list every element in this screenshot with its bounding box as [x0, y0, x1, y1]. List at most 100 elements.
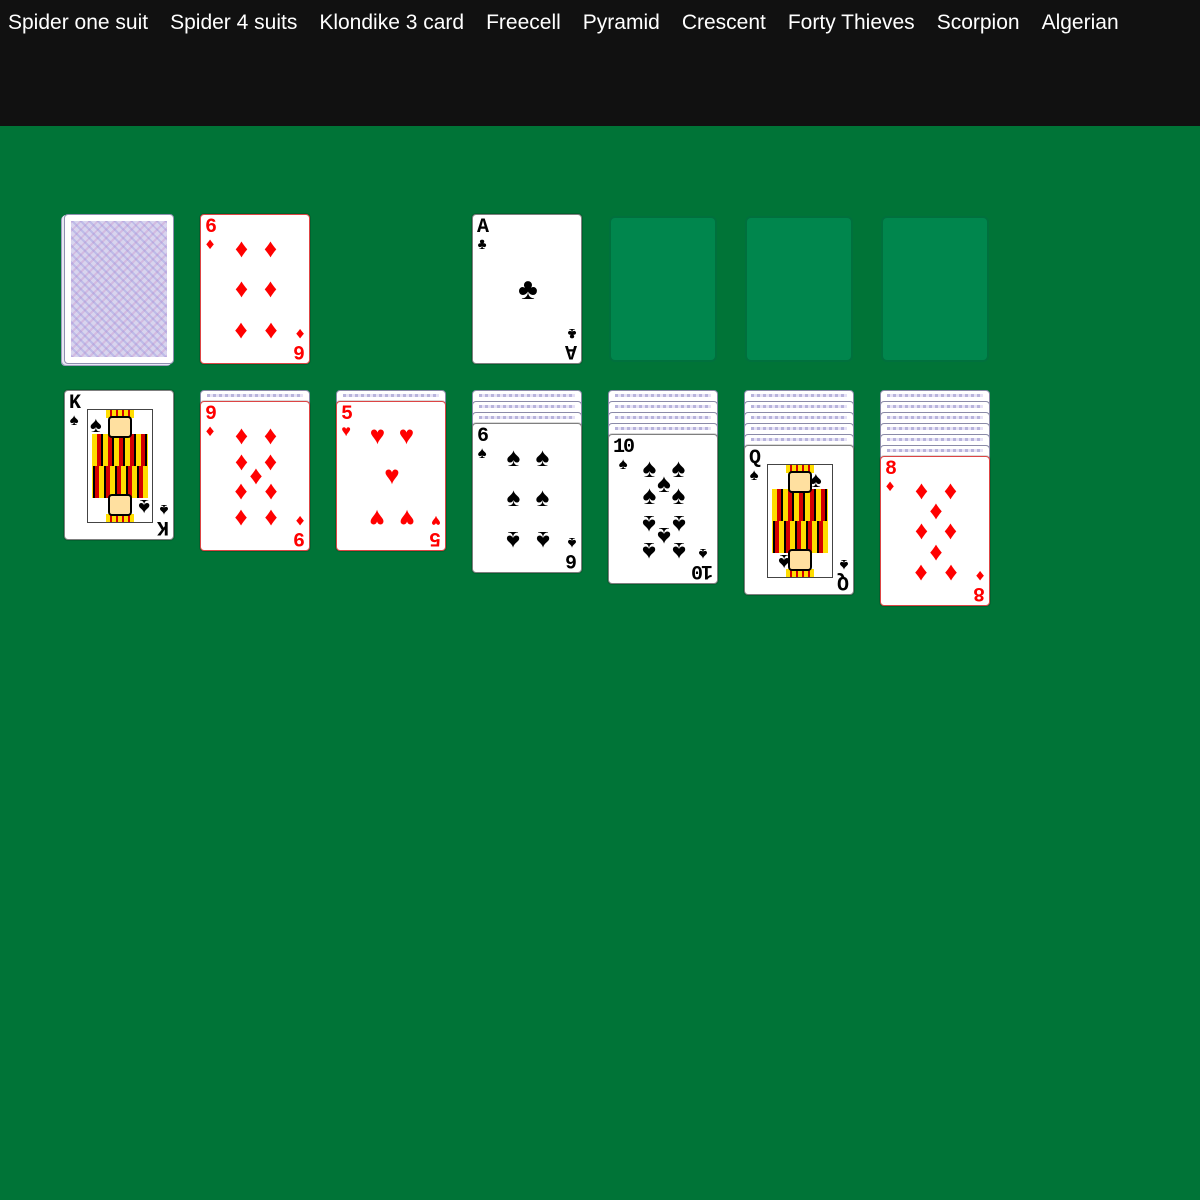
diamond-icon: ♦: [263, 273, 278, 303]
card-rank: 6: [205, 216, 217, 239]
foundation-slot-2[interactable]: [609, 216, 717, 362]
card-corner-tl: 6 ♦: [205, 216, 217, 254]
diamond-icon: ♦: [234, 317, 249, 348]
diamond-icon: ♦: [263, 317, 278, 348]
card-back-pattern: [71, 221, 167, 357]
card-rank: A: [566, 339, 577, 362]
diamond-icon: ♦: [943, 559, 958, 590]
spade-icon: ♠: [138, 495, 150, 520]
tableau-card-col-4[interactable]: 6 ♠ 6 ♠ ♠ ♠ ♠ ♠ ♠ ♠: [472, 423, 582, 573]
card-rank: 8: [885, 458, 897, 481]
diamond-icon: ♦: [205, 423, 215, 441]
club-icon: ♣: [477, 236, 487, 254]
diamond-icon: ♦: [205, 236, 215, 254]
foundation-slot-4[interactable]: [881, 216, 989, 362]
diamond-icon: ♦: [295, 511, 305, 529]
nav-spider-4-suits[interactable]: Spider 4 suits: [159, 0, 308, 46]
card-corner-br: 6 ♦: [294, 324, 305, 362]
face-card-art: ♠ ♠: [87, 409, 153, 523]
card-rank: 8: [974, 581, 985, 604]
diamond-icon: ♦: [234, 504, 249, 535]
card-rank: A: [477, 216, 489, 239]
spade-icon: ♠: [618, 456, 628, 474]
tableau-card-col-3[interactable]: 5 ♥ 5 ♥ ♥ ♥ ♥ ♥ ♥: [336, 401, 446, 551]
spade-icon: ♠: [90, 412, 102, 437]
nav-crescent[interactable]: Crescent: [671, 0, 777, 46]
card-rank: 10: [613, 436, 635, 459]
card-corner-tl: 10 ♠: [613, 436, 635, 474]
card-rank: 9: [205, 403, 217, 426]
nav-algerian[interactable]: Algerian: [1031, 0, 1130, 46]
diamond-icon: ♦: [885, 478, 895, 496]
card-corner-tl: 8 ♦: [885, 458, 897, 496]
heart-icon: ♥: [398, 419, 415, 450]
heart-icon: ♥: [398, 504, 415, 535]
nav-freecell[interactable]: Freecell: [475, 0, 572, 46]
card-corner-tl: K ♠: [69, 392, 81, 430]
card-rank: 6: [566, 548, 577, 571]
diamond-icon: ♦: [295, 324, 305, 342]
card-corner-br: K ♠: [158, 500, 169, 538]
tableau-card-col-6[interactable]: Q ♠ Q ♠ ♠ ♠: [744, 445, 854, 595]
game-table: 6 ♦ 6 ♦ ♦ ♦ ♦ ♦ ♦ ♦ A ♣ A ♣ ♣ K ♠ K ♠ ♠ ♠ 9 ♦ 9 ♦ ♦ ♦ ♦ ♦ ♦ ♦ ♦ ♦ ♦ 5 ♥ 5 ♥ ♥ ♥…: [0, 126, 1200, 1200]
nav-pyramid[interactable]: Pyramid: [572, 0, 671, 46]
diamond-icon: ♦: [234, 273, 249, 303]
nav-forty-thieves[interactable]: Forty Thieves: [777, 0, 926, 46]
card-corner-br: A ♣: [566, 324, 577, 362]
spade-icon: ♠: [477, 445, 487, 463]
card-rank: K: [69, 392, 81, 415]
foundation-slot-3[interactable]: [745, 216, 853, 362]
nav-spider-one-suit[interactable]: Spider one suit: [0, 0, 159, 46]
spade-icon: ♠: [159, 500, 169, 518]
heart-icon: ♥: [369, 504, 386, 535]
tableau-card-col-2[interactable]: 9 ♦ 9 ♦ ♦ ♦ ♦ ♦ ♦ ♦ ♦ ♦ ♦: [200, 401, 310, 551]
heart-icon: ♥: [384, 460, 400, 490]
spade-icon: ♠: [506, 441, 521, 472]
waste-card[interactable]: 6 ♦ 6 ♦ ♦ ♦ ♦ ♦ ♦ ♦: [200, 214, 310, 364]
stock-pile[interactable]: [64, 214, 174, 364]
club-icon: ♣: [567, 324, 577, 342]
spade-icon: ♠: [810, 467, 822, 492]
spade-icon: ♠: [698, 544, 708, 562]
spade-icon: ♠: [839, 555, 849, 573]
diamond-icon: ♦: [263, 504, 278, 535]
card-rank: 6: [477, 425, 489, 448]
spade-icon: ♠: [535, 526, 550, 557]
face-card-art: ♠ ♠: [767, 464, 833, 578]
card-rank: K: [158, 515, 169, 538]
card-corner-tl: Q ♠: [749, 447, 761, 485]
card-corner-br: 6 ♠: [566, 533, 577, 571]
diamond-icon: ♦: [914, 559, 929, 590]
card-rank: 10: [692, 559, 713, 582]
tableau-card-col-7[interactable]: 8 ♦ 8 ♦ ♦ ♦ ♦ ♦ ♦ ♦ ♦ ♦: [880, 456, 990, 606]
card-corner-tl: 6 ♠: [477, 425, 489, 463]
club-icon: ♣: [518, 273, 538, 306]
card-rank: Q: [838, 570, 849, 593]
foundation-card-1[interactable]: A ♣ A ♣ ♣: [472, 214, 582, 364]
card-rank: 6: [294, 339, 305, 362]
spade-icon: ♠: [69, 412, 79, 430]
tableau-card-col-1[interactable]: K ♠ K ♠ ♠ ♠: [64, 390, 174, 540]
card-corner-br: Q ♠: [838, 555, 849, 593]
spade-icon: ♠: [778, 550, 790, 575]
card-rank: Q: [749, 447, 761, 470]
card-corner-br: 9 ♦: [295, 511, 305, 549]
card-corner-br: 8 ♦: [974, 566, 985, 604]
spade-icon: ♠: [749, 467, 759, 485]
tableau-card-col-5[interactable]: 10 ♠ 10 ♠ ♠ ♠ ♠ ♠ ♠ ♠ ♠ ♠ ♠ ♠: [608, 434, 718, 584]
card-corner-tl: A ♣: [477, 216, 489, 254]
diamond-icon: ♦: [234, 232, 249, 263]
spade-icon: ♠: [535, 441, 550, 472]
game-nav: Spider one suit Spider 4 suits Klondike …: [0, 0, 1200, 46]
diamond-icon: ♦: [975, 566, 985, 584]
diamond-icon: ♦: [263, 232, 278, 263]
top-bar: Spider one suit Spider 4 suits Klondike …: [0, 0, 1200, 126]
spade-icon: ♠: [506, 526, 521, 557]
card-rank: 5: [341, 403, 353, 426]
card-corner-br: 5 ♥: [431, 511, 441, 549]
spade-icon: ♠: [567, 533, 577, 551]
nav-klondike-3-card[interactable]: Klondike 3 card: [308, 0, 475, 46]
spade-icon: ♠: [535, 482, 550, 512]
nav-scorpion[interactable]: Scorpion: [926, 0, 1031, 46]
heart-icon: ♥: [341, 423, 351, 441]
